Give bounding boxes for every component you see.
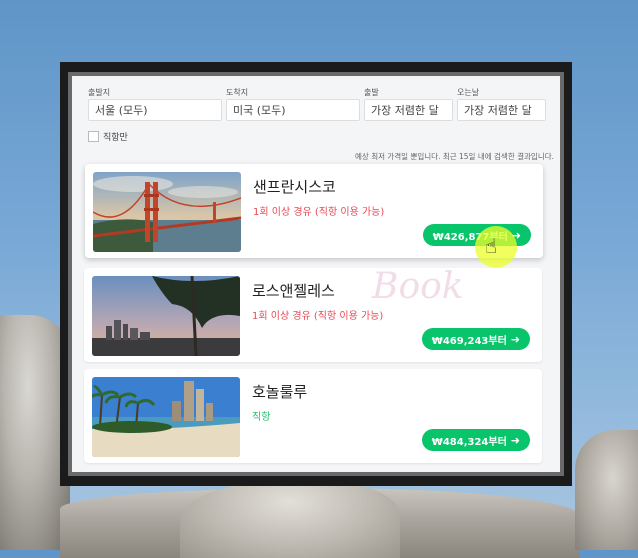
price-label: ₩469,243부터 — [431, 335, 507, 347]
direct-only-checkbox[interactable] — [88, 130, 99, 142]
result-card[interactable]: 로스앤젤레스 1회 이상 경유 (직항 이용 가능) ₩469,243부터 ➜ — [84, 268, 542, 362]
result-city: 로스앤젤레스 — [252, 282, 335, 300]
result-route: 1회 이상 경유 (직항 이용 가능) — [252, 311, 384, 322]
result-city: 샌프란시스코 — [253, 178, 336, 196]
result-route: 직항 — [252, 412, 271, 423]
result-city: 호놀룰루 — [252, 383, 308, 401]
depart-input[interactable]: 가장 저렴한 달 — [364, 99, 453, 121]
destination-label: 도착지 — [226, 88, 249, 97]
background-rock-right — [575, 430, 638, 550]
hand-pointer-icon: ☝ — [485, 234, 498, 258]
direct-only-row: 직항만 — [88, 129, 128, 143]
result-card[interactable]: 샌프란시스코 1회 이상 경유 (직항 이용 가능) ₩426,877부터 ➜ … — [85, 164, 543, 268]
return-field-group: 오는날 가장 저렴한 달 — [457, 88, 546, 121]
depart-label: 출발 — [364, 88, 379, 97]
return-label: 오는날 — [457, 88, 480, 97]
arrow-right-icon: ➜ — [510, 433, 520, 447]
price-label: ₩484,324부터 — [431, 436, 507, 448]
price-button[interactable]: ₩469,243부터 ➜ — [421, 328, 530, 350]
window-border: 출발지 서울 (모두) 도착지 미국 (모두) 출발 가장 저렴한 달 오는날 … — [68, 72, 564, 476]
price-button[interactable]: ₩484,324부터 ➜ — [421, 429, 530, 451]
return-input[interactable]: 가장 저렴한 달 — [457, 99, 546, 121]
origin-field-group: 출발지 서울 (모두) — [88, 88, 222, 121]
direct-only-label: 직항만 — [103, 132, 128, 143]
origin-label: 출발지 — [88, 88, 111, 97]
window-frame: 출발지 서울 (모두) 도착지 미국 (모두) 출발 가장 저렴한 달 오는날 … — [60, 62, 572, 486]
flight-search-panel: 출발지 서울 (모두) 도착지 미국 (모두) 출발 가장 저렴한 달 오는날 … — [72, 76, 560, 472]
golden-gate-bridge-image — [93, 172, 241, 252]
la-skyline-image — [92, 276, 240, 356]
depart-field-group: 출발 가장 저렴한 달 — [364, 88, 453, 121]
origin-input[interactable]: 서울 (모두) — [88, 99, 222, 121]
result-card[interactable]: 호놀룰루 직항 ₩484,324부터 ➜ — [84, 369, 542, 463]
destination-field-group: 도착지 미국 (모두) — [226, 88, 360, 121]
arrow-right-icon: ➜ — [510, 332, 520, 346]
destination-input[interactable]: 미국 (모두) — [226, 99, 360, 121]
result-route: 1회 이상 경유 (직항 이용 가능) — [253, 207, 385, 218]
honolulu-beach-image — [92, 377, 240, 457]
price-notice: 예상 최저 가격일 뿐입니다. 최근 15일 내에 검색한 결과입니다. — [355, 152, 554, 161]
search-form: 출발지 서울 (모두) 도착지 미국 (모두) 출발 가장 저렴한 달 오는날 … — [88, 88, 560, 128]
